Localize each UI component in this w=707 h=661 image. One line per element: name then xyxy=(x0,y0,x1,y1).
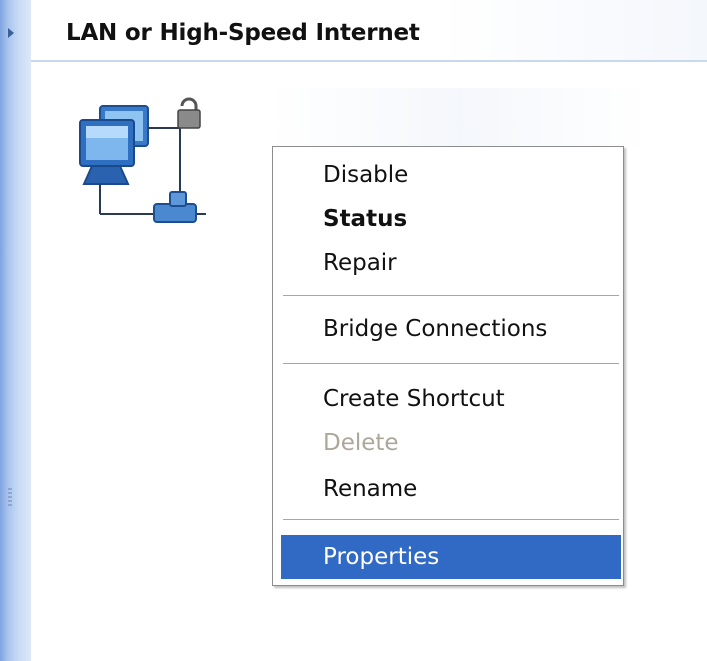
menu-item-status[interactable]: Status xyxy=(281,201,621,237)
menu-item-repair[interactable]: Repair xyxy=(281,245,621,281)
network-connection-icon[interactable] xyxy=(70,88,210,228)
menu-item-bridge-connections[interactable]: Bridge Connections xyxy=(281,311,621,347)
menu-item-disable[interactable]: Disable xyxy=(281,157,621,193)
menu-separator xyxy=(283,295,619,297)
menu-separator xyxy=(283,519,619,521)
left-task-pane-strip xyxy=(0,0,31,661)
menu-item-rename[interactable]: Rename xyxy=(281,471,621,507)
item-label-area xyxy=(270,88,650,148)
menu-item-create-shortcut[interactable]: Create Shortcut xyxy=(281,381,621,417)
splitter-grip[interactable] xyxy=(8,488,12,506)
menu-item-delete: Delete xyxy=(323,430,399,456)
menu-separator xyxy=(283,363,619,365)
context-menu: Disable Status Repair Bridge Connections… xyxy=(272,146,624,586)
menu-item-properties[interactable]: Properties xyxy=(281,535,621,579)
group-header: LAN or High-Speed Internet xyxy=(31,0,707,62)
collapse-arrow-icon[interactable] xyxy=(8,28,14,38)
group-title: LAN or High-Speed Internet xyxy=(66,20,420,46)
